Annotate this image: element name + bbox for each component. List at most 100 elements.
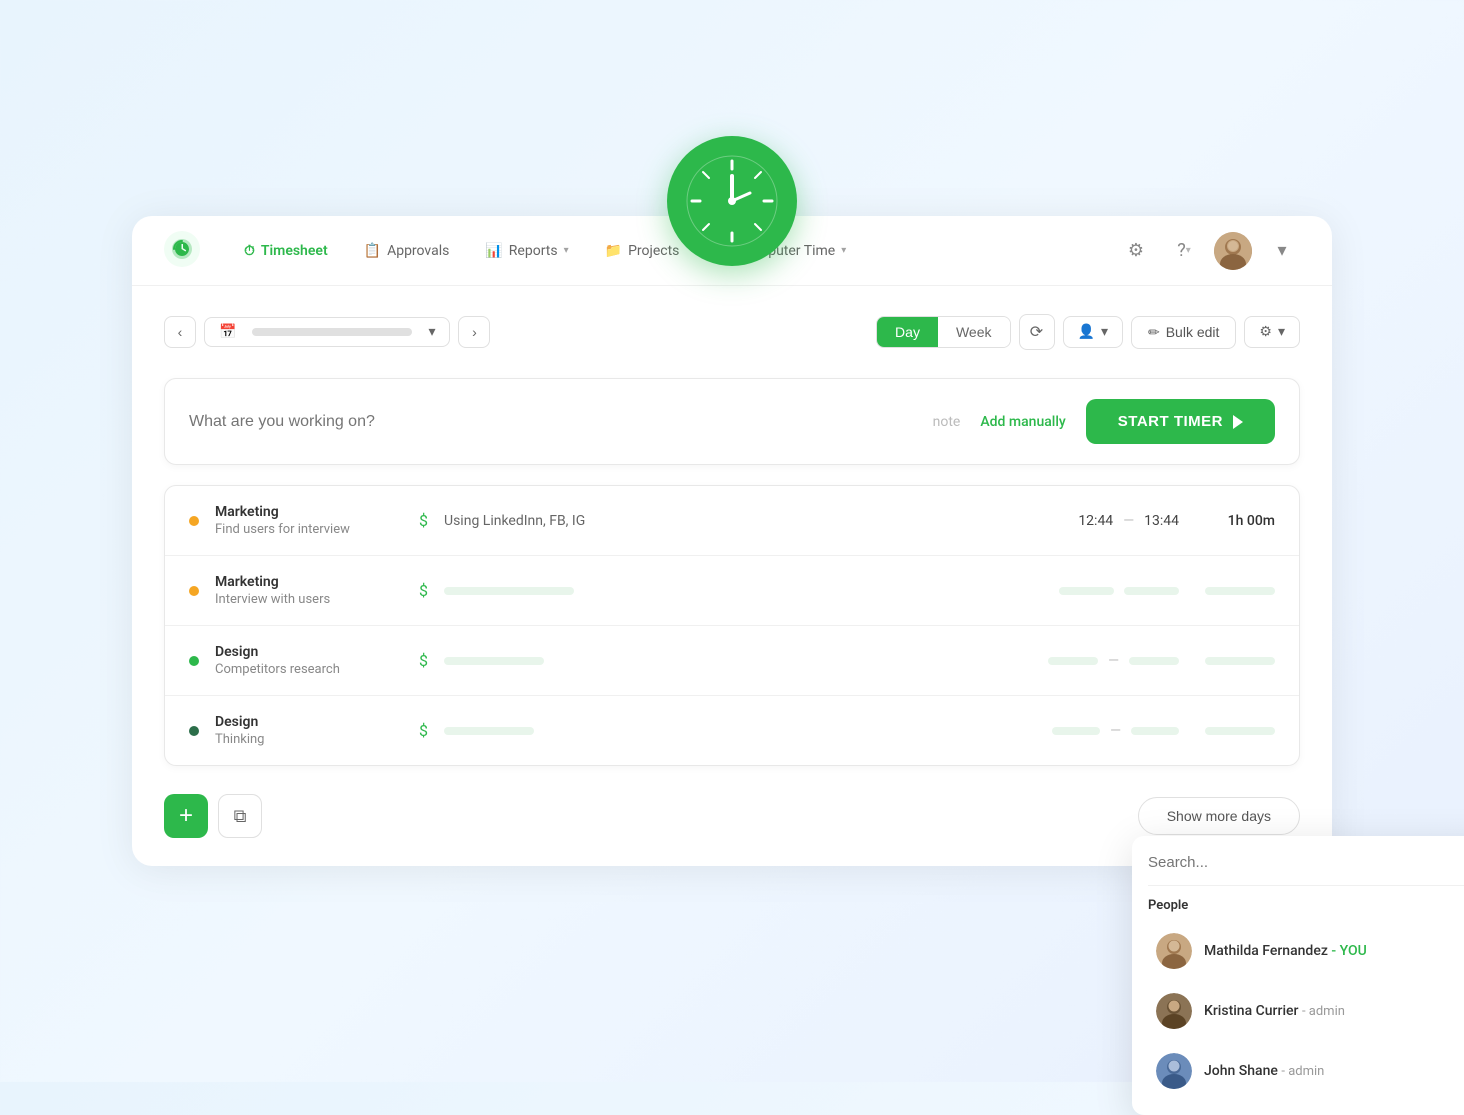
copy-icon: ⧉ (234, 806, 247, 827)
table-row[interactable]: Design Competitors research $ — (165, 626, 1299, 696)
entry-project-info-2: Marketing Interview with users (215, 574, 395, 607)
settings-chevron-icon: ▾ (1278, 324, 1285, 340)
search-people-dropdown: 🔍 People Mathilda Fernandez - YOU (1132, 836, 1464, 1115)
nav-approvals[interactable]: 📋 Approvals (348, 235, 466, 267)
nav-timesheet[interactable]: ⏱ Timesheet (228, 235, 344, 267)
user-menu-chevron[interactable]: ▾ (1264, 233, 1300, 269)
time-separator: — (1123, 513, 1134, 529)
calendar-icon: 📅 (219, 324, 236, 340)
user-chevron-icon: ▾ (1277, 240, 1286, 261)
entry-time-placeholder-4: — (1029, 723, 1179, 739)
help-button[interactable]: ? ▾ (1166, 233, 1202, 269)
entry-duration: 1h 00m (1195, 513, 1275, 529)
bulk-edit-button[interactable]: ✏ Bulk edit (1131, 316, 1236, 349)
billable-icon-2: $ (419, 581, 428, 600)
person-name-3: John Shane - admin (1204, 1063, 1324, 1079)
nav-timesheet-label: Timesheet (261, 243, 328, 259)
copy-button[interactable]: ⧉ (218, 794, 262, 838)
view-controls: Day Week ⟳ 👤 ▾ ✏ Bulk edit (876, 314, 1300, 350)
projects-icon: 📁 (605, 243, 622, 259)
nav-right: ⚙ ? ▾ ▾ (1118, 232, 1300, 270)
show-more-days-button[interactable]: Show more days (1138, 797, 1300, 835)
bottom-toolbar: + ⧉ Show more days (164, 794, 1300, 838)
bulk-edit-label: Bulk edit (1166, 324, 1220, 340)
nav-reports[interactable]: 📊 Reports ▾ (469, 235, 584, 267)
entry-duration-placeholder-4 (1195, 727, 1275, 735)
reports-chevron-icon: ▾ (564, 245, 569, 256)
date-range-bar (252, 328, 412, 336)
person-role-3: - admin (1281, 1064, 1324, 1079)
entry-project-info-3: Design Competitors research (215, 644, 395, 677)
time-separator-4: — (1110, 723, 1121, 739)
entry-end-time: 13:44 (1144, 513, 1179, 529)
person-name-1: Mathilda Fernandez - YOU (1204, 943, 1367, 959)
logo[interactable] (164, 231, 200, 271)
add-entry-button[interactable]: + (164, 794, 208, 838)
reports-icon: 📊 (485, 243, 502, 259)
nav-approvals-label: Approvals (387, 243, 449, 259)
search-input-wrapper: 🔍 (1148, 852, 1464, 886)
prev-date-button[interactable]: ‹ (164, 316, 196, 348)
entry-task-name-4: Thinking (215, 732, 395, 747)
entry-description-placeholder-2 (444, 587, 1013, 595)
entry-description-placeholder-3 (444, 657, 1013, 665)
entry-project-info: Marketing Find users for interview (215, 504, 395, 537)
action-buttons: + ⧉ (164, 794, 262, 838)
people-filter-button[interactable]: 👤 ▾ (1063, 316, 1123, 348)
list-item[interactable]: Kristina Currier - admin (1148, 983, 1464, 1039)
entry-duration-placeholder-2 (1195, 587, 1275, 595)
avatar (1156, 993, 1192, 1029)
help-icon: ? (1177, 240, 1186, 261)
task-input[interactable] (189, 413, 913, 431)
date-chevron-icon: ▾ (428, 324, 435, 340)
entry-start-time: 12:44 (1078, 513, 1113, 529)
list-item[interactable]: Mathilda Fernandez - YOU (1148, 923, 1464, 979)
main-content: ‹ 📅 ▾ › Day Week ⟳ (132, 286, 1332, 866)
add-manually-button[interactable]: Add manually (980, 414, 1065, 430)
time-entries-list: Marketing Find users for interview $ Usi… (164, 485, 1300, 766)
table-row[interactable]: Marketing Find users for interview $ Usi… (165, 486, 1299, 556)
billable-icon: $ (419, 511, 428, 530)
list-item[interactable]: John Shane - admin (1148, 1043, 1464, 1099)
start-timer-button[interactable]: START TIMER (1086, 399, 1275, 444)
entry-time-placeholder-3: — (1029, 653, 1179, 669)
entry-project-name: Marketing (215, 504, 395, 520)
entry-task-name-2: Interview with users (215, 592, 395, 607)
billable-icon-4: $ (419, 721, 428, 740)
entry-project-name-3: Design (215, 644, 395, 660)
add-icon: + (179, 802, 193, 830)
person-icon: 👤 (1078, 324, 1095, 340)
entry-project-name-4: Design (215, 714, 395, 730)
nav-timesheet-wrapper: ⏱ Timesheet (228, 235, 344, 267)
day-week-toggle: Day Week (876, 316, 1010, 348)
approvals-icon: 📋 (364, 243, 381, 259)
entry-description-placeholder-4 (444, 727, 1013, 735)
project-dot-dark (189, 726, 199, 736)
date-navigation: ‹ 📅 ▾ › (164, 316, 490, 348)
refresh-icon: ⟳ (1030, 322, 1043, 342)
clock-decoration (667, 136, 797, 266)
person-name-2: Kristina Currier - admin (1204, 1003, 1345, 1019)
people-chevron-icon: ▾ (1101, 324, 1108, 340)
next-date-button[interactable]: › (458, 316, 490, 348)
time-separator-3: — (1108, 653, 1119, 669)
table-row[interactable]: Design Thinking $ — (165, 696, 1299, 765)
week-view-button[interactable]: Week (938, 317, 1010, 347)
entry-description: Using LinkedInn, FB, IG (444, 513, 1013, 529)
help-chevron-icon: ▾ (1186, 245, 1191, 256)
search-input[interactable] (1148, 854, 1464, 871)
user-avatar[interactable] (1214, 232, 1252, 270)
settings-nav-button[interactable]: ⚙ (1118, 233, 1154, 269)
settings-icon: ⚙ (1259, 324, 1272, 340)
people-section-label: People (1148, 898, 1464, 913)
avatar (1156, 1053, 1192, 1089)
view-settings-button[interactable]: ⚙ ▾ (1244, 316, 1300, 348)
toolbar: ‹ 📅 ▾ › Day Week ⟳ (164, 314, 1300, 350)
project-dot-yellow-2 (189, 586, 199, 596)
table-row[interactable]: Marketing Interview with users $ (165, 556, 1299, 626)
person-role-2: - admin (1302, 1004, 1345, 1019)
day-view-button[interactable]: Day (877, 317, 938, 347)
refresh-button[interactable]: ⟳ (1019, 314, 1055, 350)
avatar (1156, 933, 1192, 969)
date-picker-button[interactable]: 📅 ▾ (204, 317, 450, 347)
